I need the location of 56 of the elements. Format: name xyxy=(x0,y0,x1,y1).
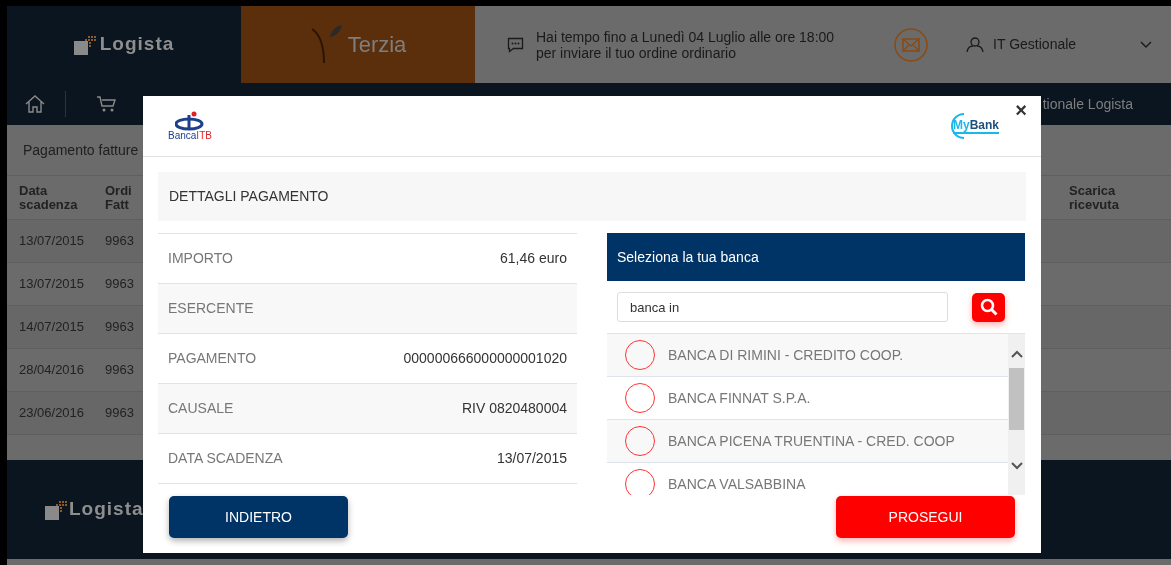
scroll-down-icon[interactable] xyxy=(1010,460,1023,470)
bank-name: BANCA FINNAT S.P.A. xyxy=(668,388,811,408)
bank-name: BANCA DI RIMINI - CREDITO COOP. xyxy=(668,345,904,365)
detail-label: IMPORTO xyxy=(168,249,233,268)
column-header: Ordi Fatt xyxy=(105,183,133,212)
table-cell-text: 23/06/2016 xyxy=(18,404,86,423)
table-cell-text: 28/04/2016 xyxy=(18,361,86,380)
detail-value: 61,46 euro xyxy=(500,249,567,268)
partner-logo-text: Terzia xyxy=(347,31,407,59)
logo-text: Logista xyxy=(99,32,175,57)
table-cell-text: 13/07/2015 xyxy=(18,232,86,251)
table-cell-text: 9963 xyxy=(105,404,135,423)
leaf-icon xyxy=(309,24,344,65)
bank-option[interactable]: BANCA DI RIMINI - CREDITO COOP. xyxy=(607,334,1008,377)
chevron-down-icon[interactable] xyxy=(1140,40,1152,49)
notice-text: Hai tempo fino a Lunedì 04 Luglio alle ore 18:00 xyxy=(536,28,835,45)
bank-name: BANCA VALSABBINA xyxy=(668,474,806,494)
scrollbar[interactable] xyxy=(1008,334,1025,495)
logo-text: Logista xyxy=(69,497,144,522)
continue-button[interactable]: PROSEGUI xyxy=(836,496,1015,538)
table-cell-text: 9963 xyxy=(105,275,135,294)
detail-label: DATA SCADENZA xyxy=(168,449,283,468)
table-cell-text: 9963 xyxy=(105,232,135,251)
table-cell-text: 9963 xyxy=(105,361,135,380)
detail-label: ESERCENTE xyxy=(168,299,254,318)
column-header: Data scadenza xyxy=(18,183,79,212)
cart-icon[interactable] xyxy=(96,95,116,113)
detail-value: RIV 0820480004 xyxy=(461,399,567,418)
table-cell-text: 14/07/2015 xyxy=(18,318,86,337)
user-name[interactable]: IT Gestionale xyxy=(993,34,1077,55)
page-title: Pagamento fatture xyxy=(23,140,139,160)
detail-value: 000000666000000001020 xyxy=(403,349,567,368)
detail-label: PAGAMENTO xyxy=(168,349,257,368)
column-header: Scarica ricevuta xyxy=(1069,183,1120,212)
table-cell-text: 9963 xyxy=(105,318,135,337)
close-button[interactable]: × xyxy=(1015,100,1027,120)
table-cell-text: 13/07/2015 xyxy=(18,275,86,294)
bank-option[interactable]: BANCA PICENA TRUENTINA - CRED. COOP xyxy=(607,420,1008,463)
notice-text: per inviare il tuo ordine ordinario xyxy=(536,44,736,61)
bank-logo-text: BancaITB xyxy=(168,131,212,141)
search-field[interactable]: banca in xyxy=(617,292,948,322)
bank-logo-icon xyxy=(174,111,205,131)
search-button[interactable] xyxy=(972,292,1005,322)
back-button[interactable]: INDIETRO xyxy=(169,496,348,538)
panel-title: Seleziona la tua banca xyxy=(617,247,759,267)
section-title: DETTAGLI PAGAMENTO xyxy=(169,187,329,206)
detail-label: CAUSALE xyxy=(168,399,234,418)
home-icon[interactable] xyxy=(25,95,45,113)
detail-value: 13/07/2015 xyxy=(496,449,567,468)
search-icon xyxy=(979,298,998,316)
chat-icon xyxy=(507,36,524,53)
nav-link[interactable]: tionale Logista xyxy=(1042,93,1133,115)
mybank-logo-text: MyBank xyxy=(953,118,999,134)
user-icon xyxy=(966,36,985,53)
bank-name: BANCA PICENA TRUENTINA - CRED. COOP xyxy=(668,431,955,451)
scroll-up-icon[interactable] xyxy=(1010,350,1023,360)
